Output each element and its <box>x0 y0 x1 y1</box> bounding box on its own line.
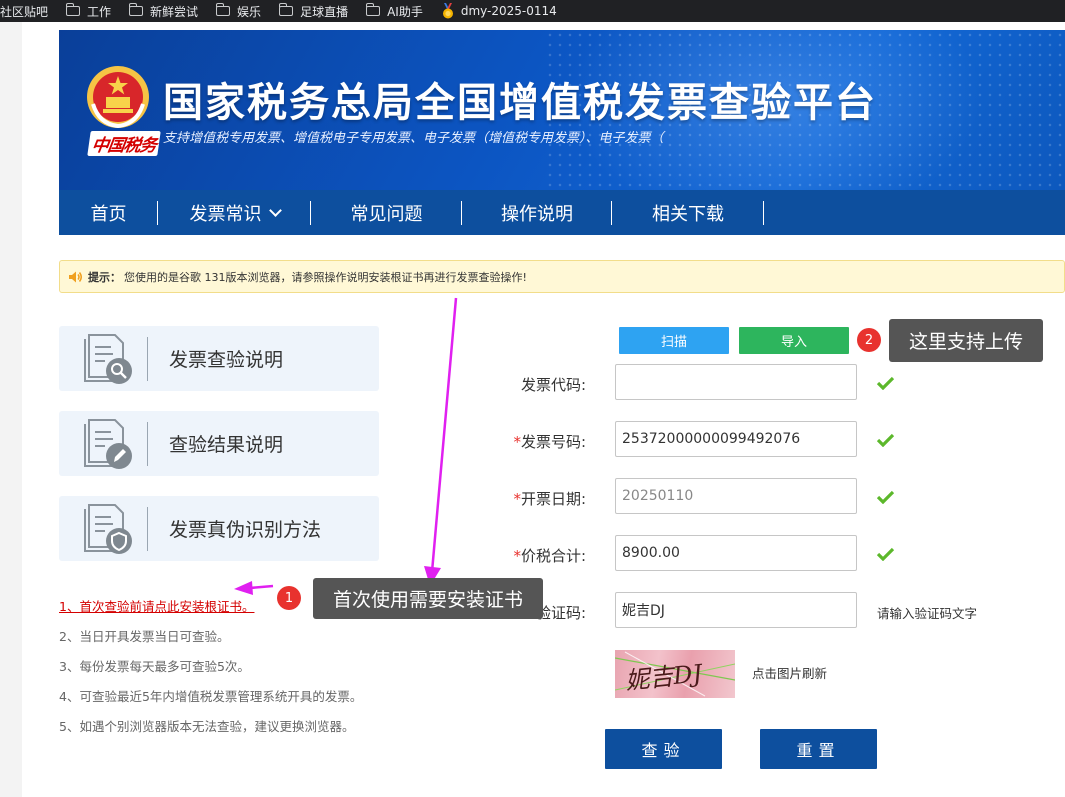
folder-icon <box>215 3 231 16</box>
nav-item-invoice-knowledge[interactable]: 发票常识 <box>158 190 311 235</box>
nav-item-home[interactable]: 首页 <box>59 190 158 235</box>
main-nav: 首页 发票常识 常见问题 操作说明 相关下载 <box>59 190 1065 235</box>
bookmarks-bar: 社区贴吧 工作 新鲜尝试 娱乐 足球直播 AI助手 dmy-2025-0114 <box>0 0 1065 22</box>
bookmark-item[interactable]: dmy-2025-0114 <box>441 3 557 19</box>
submit-button[interactable]: 查验 <box>605 729 722 769</box>
card-verification-guide[interactable]: 发票查验说明 <box>59 326 379 391</box>
captcha-hint: 请输入验证码文字 <box>877 606 978 621</box>
bookmark-label: 社区贴吧 <box>0 4 49 19</box>
bookmark-item[interactable]: AI助手 <box>365 3 423 20</box>
total-amount-input[interactable]: 8900.00 <box>615 535 857 571</box>
nav-label: 发票常识 <box>189 203 262 225</box>
invoice-code-label: 发票代码: <box>520 376 586 394</box>
issue-date-input[interactable]: 20250110 <box>615 478 857 514</box>
nav-item-downloads[interactable]: 相关下载 <box>612 190 764 235</box>
card-label: 发票查验说明 <box>169 349 284 371</box>
bookmark-item[interactable]: 娱乐 <box>215 3 262 20</box>
issue-date-label: *开票日期: <box>513 490 586 508</box>
invoice-number-label: *发票号码: <box>513 433 586 451</box>
search-document-icon <box>84 333 132 384</box>
bookmark-item[interactable]: 工作 <box>65 3 112 20</box>
total-amount-label: *价税合计: <box>513 547 586 565</box>
annotation-tooltip-1: 首次使用需要安装证书 <box>313 578 543 619</box>
tax-emblem-icon <box>87 66 149 129</box>
bookmark-label: dmy-2025-0114 <box>460 4 557 18</box>
card-result-guide[interactable]: 查验结果说明 <box>59 411 379 476</box>
nav-label: 操作说明 <box>501 203 573 225</box>
invoice-code-input[interactable] <box>615 364 857 400</box>
check-icon <box>877 490 894 504</box>
page-title: 国家税务总局全国增值税发票查验平台 <box>163 80 877 126</box>
captcha-drawing: 妮吉DJ <box>615 651 735 697</box>
note-item: 3、每份发票每天最多可查验5次。 <box>59 659 250 674</box>
check-icon <box>877 547 894 561</box>
bookmark-item[interactable]: 足球直播 <box>278 3 349 20</box>
nav-item-instructions[interactable]: 操作说明 <box>462 190 612 235</box>
nav-label: 首页 <box>90 203 127 225</box>
medal-icon <box>442 3 453 19</box>
bookmark-label: 足球直播 <box>300 4 349 19</box>
card-label: 查验结果说明 <box>169 434 284 456</box>
folder-icon <box>65 3 81 16</box>
refresh-hint: 点击图片刷新 <box>752 666 828 681</box>
bookmark-label: 娱乐 <box>237 4 262 19</box>
bookmark-label: 新鲜尝试 <box>150 4 199 19</box>
bookmark-label: 工作 <box>87 4 112 19</box>
bookmark-item[interactable]: 新鲜尝试 <box>128 3 199 20</box>
invoice-number-input[interactable]: 25372000000099492076 <box>615 421 857 457</box>
import-button[interactable]: 导入 <box>739 327 849 354</box>
nav-label: 常见问题 <box>350 203 423 225</box>
tip-label: 提示： <box>88 270 121 284</box>
annotation-badge-2: 2 <box>857 328 881 352</box>
reset-button[interactable]: 重置 <box>760 729 877 769</box>
edit-document-icon <box>84 418 132 469</box>
browser-tip-bar: 提示： 您使用的是谷歌 131版本浏览器，请参照操作说明安装根证书再进行发票查验… <box>59 260 1065 293</box>
page-edge <box>0 22 22 797</box>
bookmark-item[interactable]: 社区贴吧 <box>0 3 48 20</box>
captcha-image[interactable]: 妮吉DJ <box>615 650 735 698</box>
speaker-icon <box>69 271 82 282</box>
card-label: 发票真伪识别方法 <box>169 519 322 541</box>
chevron-down-icon <box>268 203 282 217</box>
annotation-badge-1: 1 <box>277 586 301 610</box>
header-banner: 中国税务 国家税务总局全国增值税发票查验平台 支持增值税专用发票、增值税电子专用… <box>59 30 1065 190</box>
scan-button[interactable]: 扫描 <box>619 327 729 354</box>
nav-item-faq[interactable]: 常见问题 <box>311 190 462 235</box>
tip-text: 您使用的是谷歌 131版本浏览器，请参照操作说明安装根证书再进行发票查验操作! <box>124 270 527 284</box>
folder-icon <box>278 3 294 16</box>
card-authenticity-guide[interactable]: 发票真伪识别方法 <box>59 496 379 561</box>
bookmark-label: AI助手 <box>387 4 423 19</box>
note-item: 5、如遇个别浏览器版本无法查验，建议更换浏览器。 <box>59 719 355 734</box>
check-icon <box>877 433 894 447</box>
folder-icon <box>128 3 144 16</box>
check-icon <box>877 376 894 390</box>
page-subtitle: 支持增值税专用发票、增值税电子专用发票、电子发票（增值税专用发票）、电子发票（ <box>163 131 664 146</box>
annotation-tooltip-2: 这里支持上传 <box>889 319 1043 362</box>
logo-text: 中国税务 <box>87 131 161 156</box>
captcha-input[interactable]: 妮吉DJ <box>615 592 857 628</box>
note-item: 2、当日开具发票当日可查验。 <box>59 629 230 644</box>
note-item: 4、可查验最近5年内增值税发票管理系统开具的发票。 <box>59 689 363 704</box>
nav-label: 相关下载 <box>652 203 724 225</box>
shield-document-icon <box>84 503 132 554</box>
folder-icon <box>365 3 381 16</box>
